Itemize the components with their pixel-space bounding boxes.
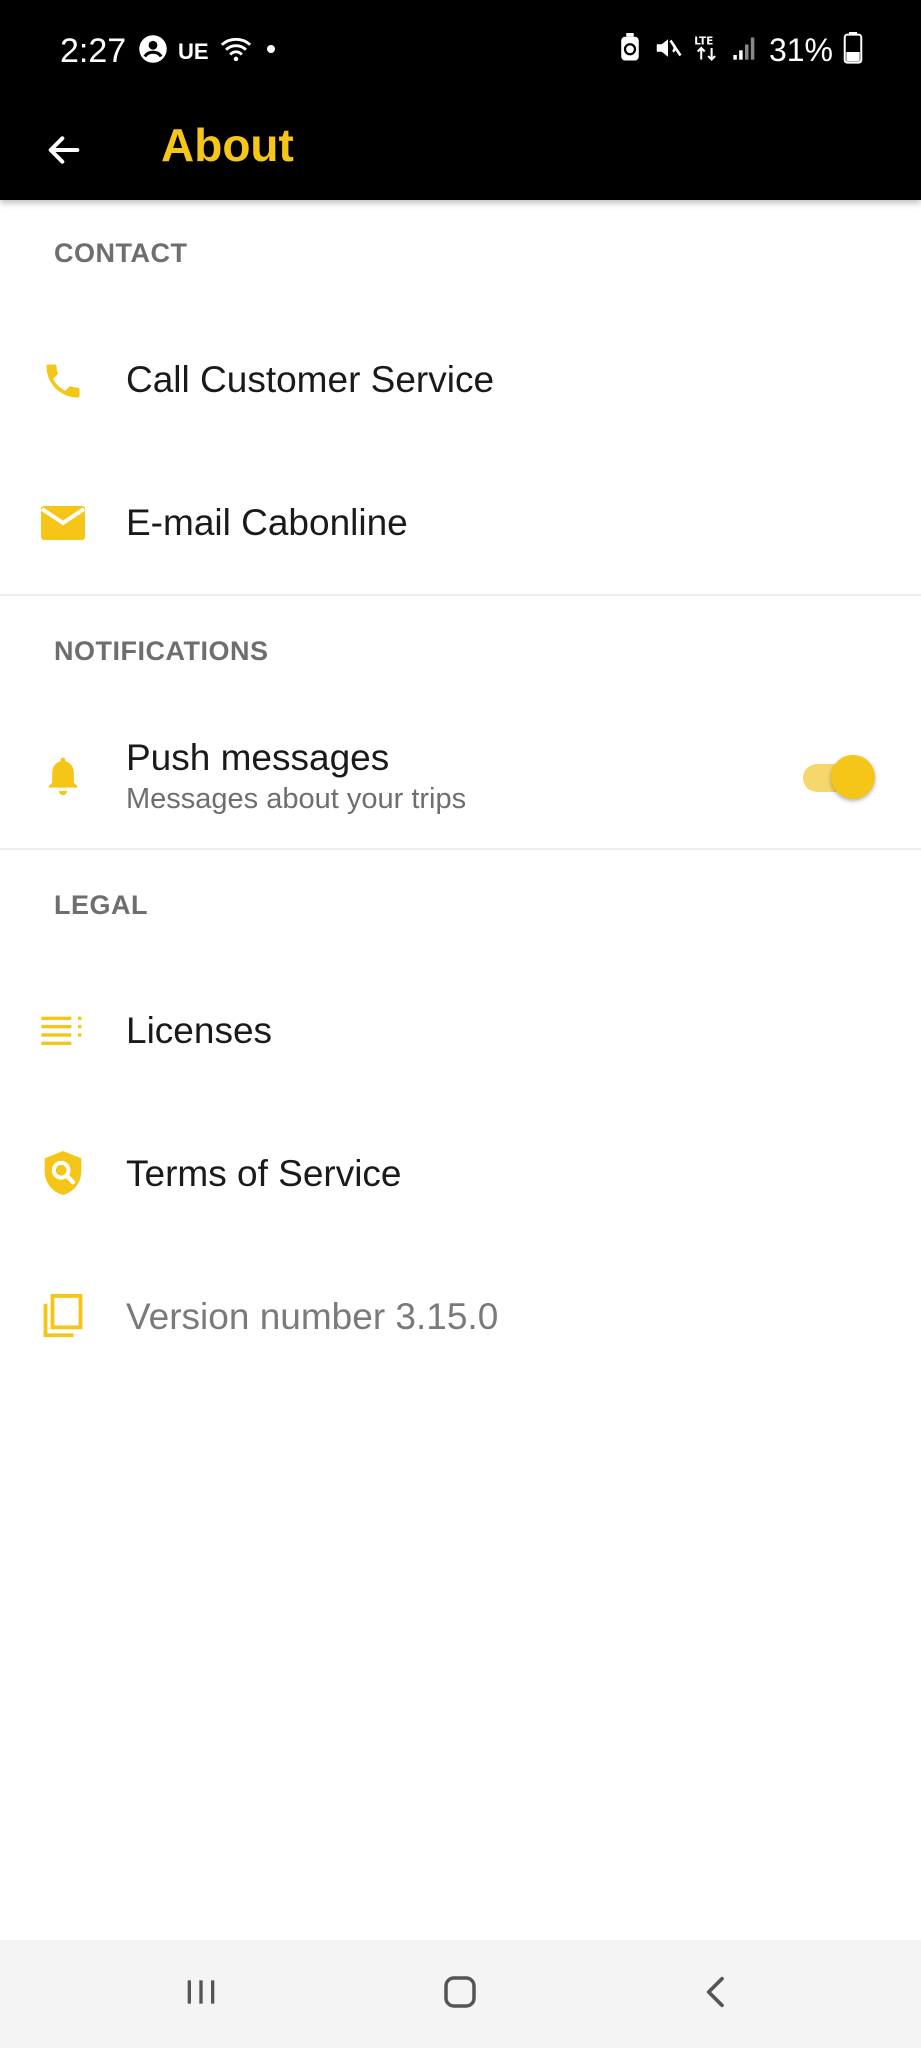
account-circle-icon (138, 34, 168, 69)
app-bar: About (0, 104, 921, 200)
signal-icon (731, 34, 759, 67)
recent-apps-button[interactable] (161, 1964, 241, 2024)
home-button[interactable] (420, 1964, 500, 2024)
version-number-label: Version number 3.15.0 (126, 1296, 499, 1337)
licenses-item[interactable]: Licenses (0, 960, 921, 1100)
recent-apps-icon (181, 1972, 221, 2017)
email-cabonline-item[interactable]: E-mail Cabonline (0, 454, 921, 594)
bell-icon (38, 751, 88, 801)
terms-of-service-item[interactable]: Terms of Service (0, 1103, 921, 1243)
mail-icon (38, 499, 88, 549)
battery-percent: 31% (768, 32, 833, 68)
terms-of-service-label: Terms of Service (126, 1153, 402, 1194)
push-messages-subtitle: Messages about your trips (126, 783, 467, 815)
section-header-notifications: NOTIFICATIONS (54, 636, 269, 666)
copy-icon (38, 1291, 88, 1341)
shield-search-icon (38, 1148, 88, 1198)
svg-text:LTE: LTE (694, 36, 713, 48)
licenses-label: Licenses (126, 1010, 273, 1051)
section-header-legal: LEGAL (54, 890, 148, 920)
back-button[interactable] (34, 122, 94, 182)
version-number-item: Version number 3.15.0 (0, 1246, 921, 1386)
status-bar: 2:27 UE LTE 31% (0, 0, 921, 104)
phone-icon (38, 356, 88, 406)
email-cabonline-label: E-mail Cabonline (126, 502, 408, 543)
page-title: About (161, 119, 294, 171)
battery-icon (843, 32, 863, 69)
chevron-left-icon (697, 1972, 737, 2017)
list-icon (38, 1005, 88, 1055)
call-customer-service-label: Call Customer Service (126, 359, 495, 400)
carrier-label: UE (178, 38, 209, 64)
status-time: 2:27 (60, 32, 127, 70)
lte-icon: LTE (693, 33, 721, 68)
section-header-contact: CONTACT (54, 238, 188, 268)
arrow-back-icon (44, 130, 84, 175)
divider (0, 594, 921, 596)
divider (0, 848, 921, 850)
mute-icon (653, 33, 683, 68)
call-customer-service-item[interactable]: Call Customer Service (0, 311, 921, 451)
notification-dot-icon (263, 41, 279, 62)
wifi-icon (219, 34, 253, 69)
push-messages-toggle[interactable] (797, 751, 877, 801)
toggle-thumb (831, 755, 875, 799)
push-messages-label: Push messages (126, 737, 390, 778)
push-messages-item[interactable]: Push messages Messages about your trips (0, 707, 921, 847)
system-back-button[interactable] (677, 1964, 757, 2024)
battery-saver-icon (617, 33, 643, 68)
home-icon (439, 1971, 481, 2018)
system-nav-bar (0, 1940, 921, 2048)
